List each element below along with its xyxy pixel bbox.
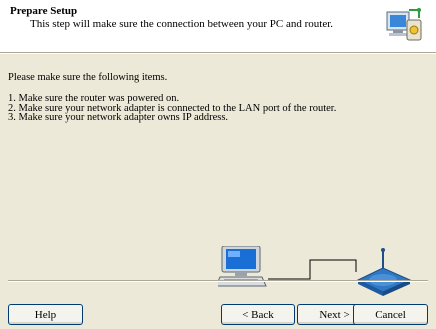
intro-text: Please make sure the following items. (8, 72, 168, 83)
wizard-content: Please make sure the following items. 1.… (0, 54, 436, 296)
cable-line (268, 259, 357, 280)
page-subtitle: This step will make sure the connection … (30, 18, 334, 30)
setup-wizard-icon (385, 6, 425, 44)
wizard-header: Prepare Setup This step will make sure t… (0, 0, 436, 53)
connection-diagram (215, 245, 418, 298)
help-button[interactable]: Help (8, 304, 83, 325)
checklist: 1. Make sure the router was powered on. … (8, 94, 336, 123)
back-button[interactable]: < Back (221, 304, 295, 325)
button-area-divider-highlight (8, 281, 428, 282)
page-title: Prepare Setup (10, 5, 78, 17)
router-icon (356, 248, 412, 296)
checklist-item: 3. Make sure your network adapter owns I… (8, 112, 229, 123)
cancel-button[interactable]: Cancel (353, 304, 428, 325)
